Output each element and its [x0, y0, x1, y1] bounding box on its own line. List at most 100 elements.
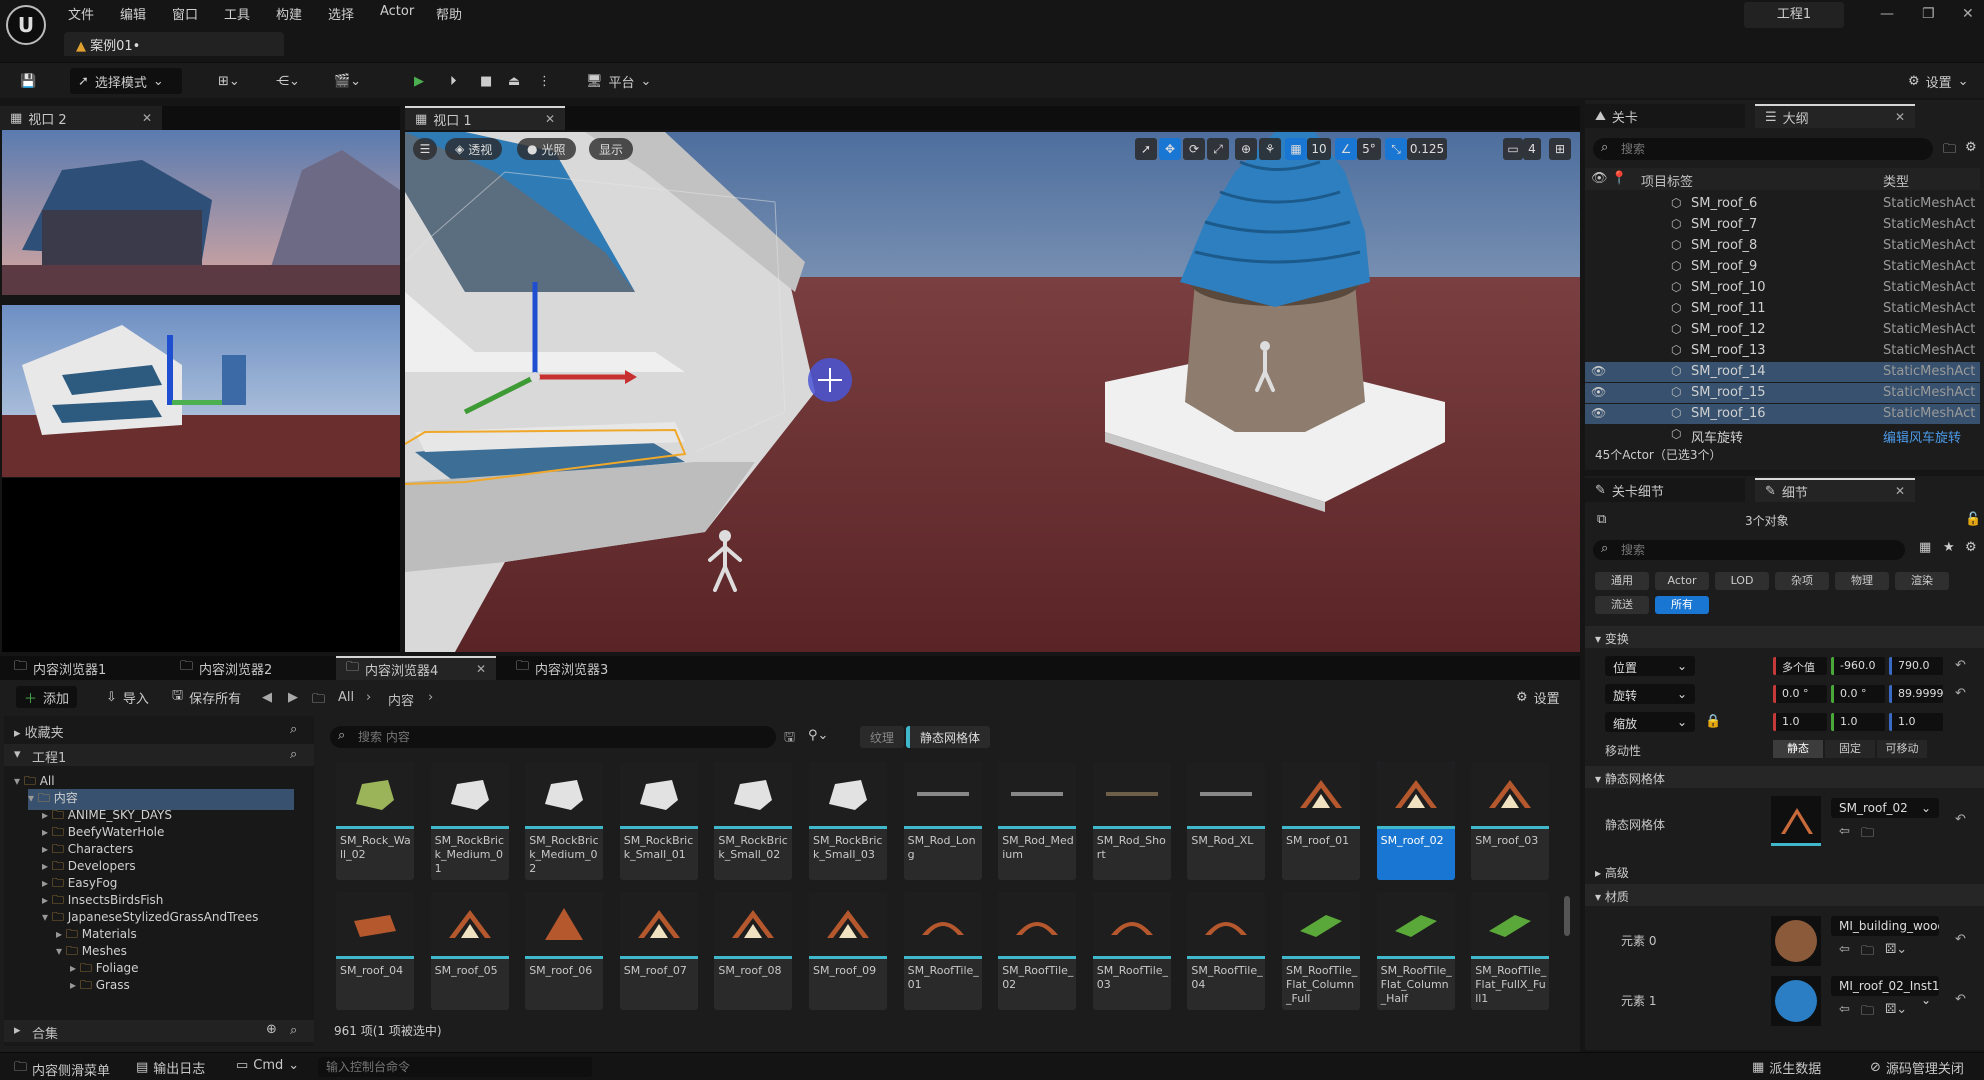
grid-view-icon[interactable]: ▦ [1919, 540, 1931, 555]
content-search[interactable]: ⌕ [330, 726, 776, 748]
cmd-dropdown[interactable]: ▭ Cmd ⌄ [236, 1058, 299, 1073]
folder-tree-item[interactable]: ▸ 🗀 Grass [70, 976, 130, 997]
gear-icon[interactable]: ⚙ [1965, 140, 1977, 155]
tab-level[interactable]: ⛰ 关卡 [1585, 104, 1745, 128]
filter-rendering[interactable]: 渲染 [1895, 572, 1949, 590]
asset-tile[interactable]: SM_RoofTile_03 [1092, 892, 1171, 1010]
static-mesh-section[interactable]: ▾ 静态网格体 [1585, 766, 1984, 788]
rotation-z[interactable]: 89.9999 [1889, 685, 1944, 703]
menu-edit[interactable]: 编辑 [120, 4, 146, 23]
browse-icon[interactable]: 🗀 [1861, 942, 1874, 964]
outliner-row[interactable]: 👁 ⬡ SM_roof_16 StaticMeshAct [1585, 404, 1980, 424]
scale-tool-icon[interactable]: ⤢ [1207, 138, 1229, 160]
add-button[interactable]: ＋ 添加 [16, 686, 78, 708]
menu-help[interactable]: 帮助 [436, 4, 462, 23]
asset-tile[interactable]: SM_RockBrick_Small_01 [619, 762, 698, 880]
restore-icon[interactable]: ❐ [1922, 6, 1935, 22]
asset-scrollbar[interactable] [1564, 896, 1570, 936]
outliner-row[interactable]: ⬡ SM_roof_11 StaticMeshAct [1585, 299, 1980, 319]
outliner-row[interactable]: ⬡ SM_roof_13 StaticMeshAct [1585, 341, 1980, 361]
outliner-search[interactable]: ⌕ [1593, 138, 1933, 160]
star-icon[interactable]: ★ [1943, 540, 1955, 555]
tab-outliner[interactable]: ☰ 大纲 ✕ [1755, 104, 1915, 128]
col-type[interactable]: 类型 [1883, 171, 1909, 190]
asset-tile[interactable]: SM_roof_06 [525, 892, 604, 1010]
eject-icon[interactable]: ⏏ [500, 68, 528, 94]
content-search-input[interactable] [358, 728, 758, 746]
rotation-x[interactable]: 0.0 ° [1773, 685, 1827, 703]
asset-tile[interactable]: SM_RockBrick_Small_02 [714, 762, 793, 880]
viewport-layout-icon[interactable]: ⊞ [1549, 138, 1571, 160]
save-search-icon[interactable]: 🖫 [784, 728, 795, 750]
close-icon[interactable]: ✕ [545, 112, 555, 126]
mobility-static[interactable]: 静态 [1773, 740, 1823, 758]
tab-content-browser-2[interactable]: 🗀 内容浏览器2 [170, 656, 330, 680]
close-window-icon[interactable]: ✕ [1962, 6, 1974, 22]
lit-button[interactable]: ● 光照 [517, 138, 576, 160]
element0-thumbnail[interactable] [1771, 916, 1821, 966]
outliner-row[interactable]: ⬡ 风车旋转 编辑风车旋转 [1585, 425, 1980, 446]
grid-snap-value[interactable]: 10 [1307, 138, 1331, 160]
add-collection-icon[interactable]: ⊕ [266, 1022, 277, 1037]
asset-tile[interactable]: SM_roof_01 [1282, 762, 1360, 880]
lock-icon[interactable]: 🔓 [1965, 512, 1981, 527]
outliner-search-input[interactable] [1621, 140, 1921, 158]
filter-texture-chip[interactable]: 纹理 [860, 726, 905, 748]
gear-icon[interactable]: ⚙ [1965, 540, 1977, 555]
world-space-icon[interactable]: ⊕ [1235, 138, 1257, 160]
close-icon[interactable]: ✕ [142, 111, 152, 125]
browse-icon[interactable]: 🗀 [1861, 1002, 1874, 1024]
camera-speed-icon[interactable]: ▭ [1503, 138, 1523, 160]
asset-tile[interactable]: SM_Rod_Long [903, 762, 982, 880]
scale-x[interactable]: 1.0 [1773, 713, 1827, 731]
filter-streaming[interactable]: 流送 [1595, 596, 1649, 614]
outliner-row[interactable]: ⬡ SM_roof_7 StaticMeshAct [1585, 215, 1980, 235]
filter-actor[interactable]: Actor [1655, 572, 1709, 590]
filter-physics[interactable]: 物理 [1835, 572, 1889, 590]
asset-tile[interactable]: SM_roof_08 [714, 892, 793, 1010]
scale-dropdown[interactable]: 缩放 ⌄ [1605, 712, 1695, 732]
content-drawer-button[interactable]: 🗀 内容侧滑菜单 [14, 1058, 110, 1080]
material-options-icon[interactable]: ⚄⌄ [1885, 942, 1907, 957]
filter-general[interactable]: 通用 [1595, 572, 1649, 590]
outliner-row-type[interactable]: 编辑风车旋转 [1883, 427, 1961, 446]
materials-section[interactable]: ▾ 材质 [1585, 884, 1984, 906]
rotation-y[interactable]: 0.0 ° [1831, 685, 1885, 703]
reset-icon[interactable]: ↶ [1955, 992, 1966, 1007]
collections-header[interactable]: ▸ 合集 ⊕ ⌕ [4, 1020, 314, 1042]
location-dropdown[interactable]: 位置 ⌄ [1605, 656, 1695, 676]
console-input[interactable] [318, 1057, 592, 1077]
scale-snap-value[interactable]: 0.125 [1407, 138, 1447, 160]
outliner-row[interactable]: ⬡ SM_roof_9 StaticMeshAct [1585, 257, 1980, 277]
asset-tile[interactable]: SM_RoofTile_02 [998, 892, 1077, 1010]
mobility-stationary[interactable]: 固定 [1825, 740, 1875, 758]
stop-icon[interactable]: ■ [472, 68, 500, 94]
save-all-button[interactable]: 🖫 保存所有 [164, 686, 249, 708]
asset-tile[interactable]: SM_RockBrick_Small_03 [809, 762, 887, 880]
angle-snap-icon[interactable]: ∠ [1335, 138, 1357, 160]
grid-snap-icon[interactable]: ▦ [1285, 138, 1307, 160]
asset-tile[interactable]: SM_RoofTile_01 [903, 892, 982, 1010]
outliner-row[interactable]: ⬡ SM_roof_6 StaticMeshAct [1585, 194, 1980, 214]
eye-icon[interactable]: 👁 [1591, 406, 1606, 420]
advance-frame-icon[interactable]: ⏵ [442, 68, 465, 94]
path-content[interactable]: 内容 [388, 690, 414, 709]
asset-tile[interactable]: SM_RoofTile_Flat_Column_Full [1282, 892, 1360, 1010]
filter-icon[interactable]: ⚲⌄ [808, 728, 828, 743]
col-label[interactable]: 项目标签 [1641, 171, 1693, 190]
forward-icon[interactable]: ▶ [288, 690, 298, 705]
select-tool-icon[interactable]: ➚ [1135, 138, 1157, 160]
viewport-2-top-preview[interactable] [2, 130, 400, 295]
tab-details[interactable]: ✎ 细节 ✕ [1755, 478, 1915, 502]
menu-actor[interactable]: Actor [380, 4, 414, 19]
asset-tile[interactable]: SM_RockBrick_Medium_02 [525, 762, 604, 880]
cb-settings-button[interactable]: ⚙ 设置 [1508, 686, 1568, 708]
details-search-input[interactable] [1621, 541, 1891, 559]
scale-z[interactable]: 1.0 [1889, 713, 1943, 731]
unreal-logo-icon[interactable]: U [6, 5, 46, 45]
import-button[interactable]: ⇩ 导入 [98, 686, 157, 708]
close-icon[interactable]: ✕ [476, 662, 486, 676]
menu-tools[interactable]: 工具 [224, 4, 250, 23]
use-selected-icon[interactable]: ⇦ [1839, 942, 1850, 957]
reset-icon[interactable]: ↶ [1955, 932, 1966, 947]
